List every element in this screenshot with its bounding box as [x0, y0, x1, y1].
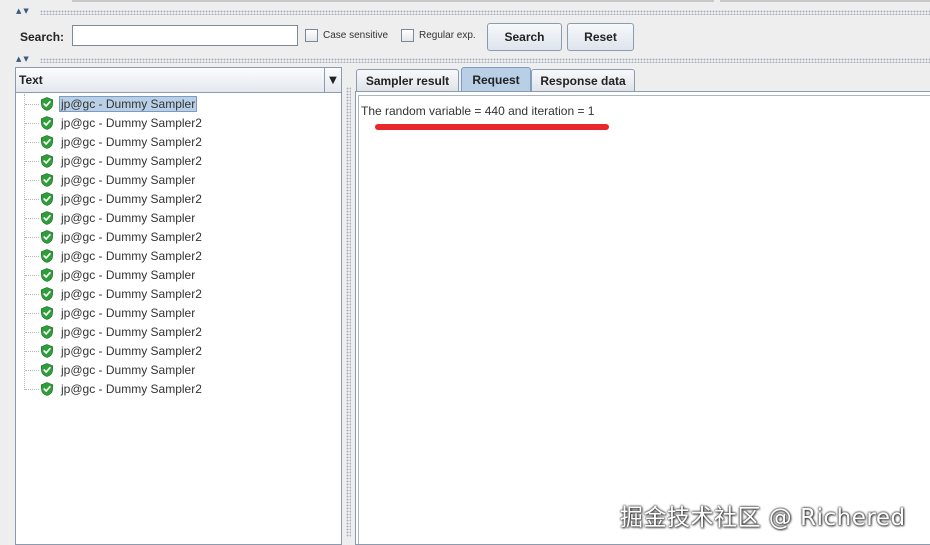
tree-item[interactable]: jp@gc - Dummy Sampler: [16, 171, 336, 190]
chevron-down-icon[interactable]: ▼: [324, 68, 341, 92]
request-text-area[interactable]: The random variable = 440 and iteration …: [358, 95, 930, 544]
tree-item-label: jp@gc - Dummy Sampler2: [61, 249, 202, 263]
success-shield-icon: [40, 268, 54, 282]
success-shield-icon: [40, 211, 54, 225]
success-shield-icon: [40, 325, 54, 339]
top-divider: [72, 0, 714, 2]
tree-item[interactable]: jp@gc - Dummy Sampler2: [16, 114, 336, 133]
watermark: 掘金技术社区 @ Richered: [620, 505, 906, 531]
reset-button[interactable]: Reset: [567, 23, 634, 51]
tree-item-label: jp@gc - Dummy Sampler2: [61, 287, 202, 301]
success-shield-icon: [40, 135, 54, 149]
case-sensitive-label: Case sensitive: [323, 30, 389, 41]
tree-item-label: jp@gc - Dummy Sampler2: [61, 154, 202, 168]
result-tabs: Sampler result Request Response data: [355, 67, 930, 92]
success-shield-icon: [40, 344, 54, 358]
regular-exp-option[interactable]: Regular exp.: [401, 29, 476, 42]
success-shield-icon: [40, 249, 54, 263]
tree-connector: [25, 351, 39, 352]
split-grip[interactable]: [40, 10, 930, 15]
tree-connector: [25, 218, 39, 219]
regular-exp-checkbox[interactable]: [401, 29, 414, 42]
tree-item[interactable]: jp@gc - Dummy Sampler2: [16, 190, 336, 209]
tree-connector: [25, 142, 39, 143]
search-button[interactable]: Search: [487, 23, 562, 51]
tree-connector: [25, 199, 39, 200]
success-shield-icon: [40, 192, 54, 206]
tree-item[interactable]: jp@gc - Dummy Sampler2: [16, 247, 336, 266]
renderer-select[interactable]: Text ▼: [16, 68, 341, 93]
tree-item[interactable]: jp@gc - Dummy Sampler2: [16, 323, 336, 342]
annotation-underline: [375, 124, 609, 130]
tree-item[interactable]: jp@gc - Dummy Sampler2: [16, 152, 336, 171]
tree-item-label: jp@gc - Dummy Sampler2: [61, 116, 202, 130]
search-bar: Search: Case sensitive Regular exp. Sear…: [0, 17, 930, 57]
tree-connector: [25, 161, 39, 162]
tree-connector: [25, 180, 39, 181]
success-shield-icon: [40, 363, 54, 377]
case-sensitive-checkbox[interactable]: [305, 29, 318, 42]
tree-item[interactable]: jp@gc - Dummy Sampler2: [16, 380, 336, 399]
renderer-select-value: Text: [19, 73, 43, 87]
search-label: Search:: [20, 30, 65, 44]
success-shield-icon: [40, 116, 54, 130]
tab-request[interactable]: Request: [461, 67, 531, 92]
tree-item-label: jp@gc - Dummy Sampler: [61, 306, 196, 320]
tree-item-label: jp@gc - Dummy Sampler2: [61, 230, 202, 244]
tree-connector: [25, 313, 39, 314]
top-strip: ▲▼: [0, 0, 930, 16]
tree-item[interactable]: jp@gc - Dummy Sampler: [16, 361, 336, 380]
tree-item-label: jp@gc - Dummy Sampler: [61, 173, 196, 187]
tree-connector: [25, 332, 39, 333]
tree-item[interactable]: jp@gc - Dummy Sampler2: [16, 342, 336, 361]
success-shield-icon: [40, 97, 54, 111]
top-divider-right: [720, 0, 930, 2]
collapse-arrows-icon-2[interactable]: ▲▼: [16, 56, 31, 63]
tree-connector: [25, 275, 39, 276]
tree-connector: [25, 237, 39, 238]
tree-item[interactable]: jp@gc - Dummy Sampler: [16, 209, 336, 228]
tree-connector: [25, 256, 39, 257]
tree-connector: [25, 294, 39, 295]
tree-connector: [25, 389, 39, 390]
tree-connector: [25, 123, 39, 124]
case-sensitive-option[interactable]: Case sensitive: [305, 29, 388, 42]
splitter-grip[interactable]: [346, 87, 351, 537]
tree-connector: [25, 104, 39, 105]
tree-item[interactable]: jp@gc - Dummy Sampler: [16, 304, 336, 323]
tab-response-data[interactable]: Response data: [531, 69, 635, 91]
tree-item-label: jp@gc - Dummy Sampler2: [61, 325, 202, 339]
tree-item-label: jp@gc - Dummy Sampler: [61, 363, 196, 377]
tree-item-label: jp@gc - Dummy Sampler2: [61, 382, 202, 396]
tree-item[interactable]: jp@gc - Dummy Sampler: [16, 266, 336, 285]
vertical-splitter[interactable]: [343, 67, 353, 545]
collapse-arrows-icon[interactable]: ▲▼: [16, 8, 31, 15]
tree-item[interactable]: jp@gc - Dummy Sampler2: [16, 133, 336, 152]
split-grip-2[interactable]: [40, 58, 930, 63]
tree-item-label: jp@gc - Dummy Sampler2: [61, 192, 202, 206]
regular-exp-label: Regular exp.: [419, 30, 476, 41]
success-shield-icon: [40, 287, 54, 301]
success-shield-icon: [40, 154, 54, 168]
success-shield-icon: [40, 382, 54, 396]
request-text: The random variable = 440 and iteration …: [361, 104, 595, 118]
tree-connector: [25, 370, 39, 371]
tree-item-label: jp@gc - Dummy Sampler2: [61, 344, 202, 358]
tree-item-label: jp@gc - Dummy Sampler: [59, 96, 198, 112]
tree-item[interactable]: jp@gc - Dummy Sampler2: [16, 285, 336, 304]
success-shield-icon: [40, 306, 54, 320]
tab-sampler-result[interactable]: Sampler result: [356, 69, 459, 91]
tree-item-label: jp@gc - Dummy Sampler: [61, 268, 196, 282]
search-input[interactable]: [72, 25, 298, 46]
success-shield-icon: [40, 230, 54, 244]
results-tree-panel: Text ▼ jp@gc - Dummy Sampler jp@gc - Dumm…: [15, 67, 342, 545]
request-panel: The random variable = 440 and iteration …: [355, 91, 930, 545]
tree-item-label: jp@gc - Dummy Sampler: [61, 211, 196, 225]
tree-item-label: jp@gc - Dummy Sampler2: [61, 135, 202, 149]
tree-item[interactable]: jp@gc - Dummy Sampler: [16, 95, 336, 114]
tree-item[interactable]: jp@gc - Dummy Sampler2: [16, 228, 336, 247]
success-shield-icon: [40, 173, 54, 187]
